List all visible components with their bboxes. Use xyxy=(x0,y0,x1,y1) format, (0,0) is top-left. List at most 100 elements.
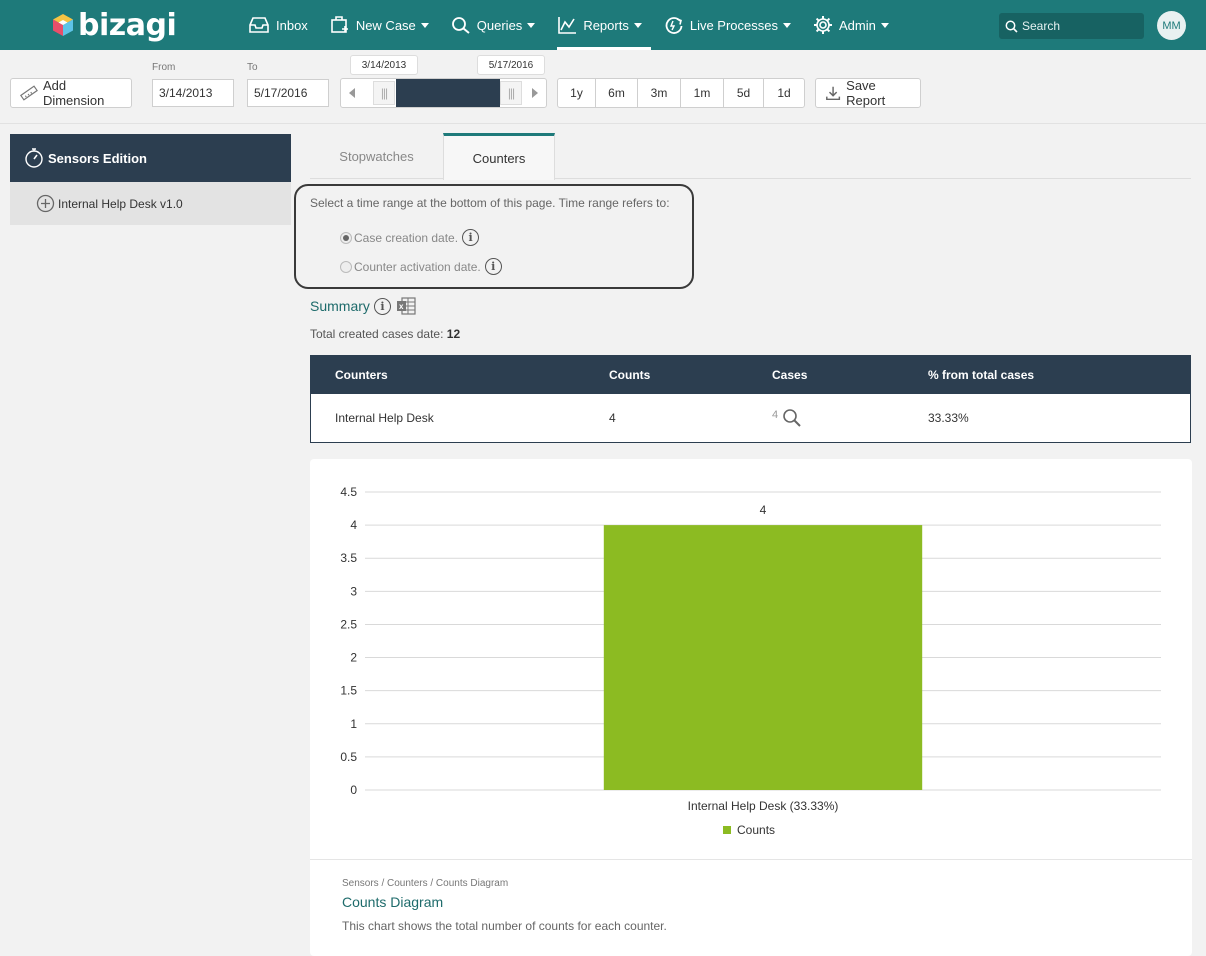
slider-end-tooltip: 5/17/2016 xyxy=(477,55,545,75)
nav-inbox-label: Inbox xyxy=(276,17,308,33)
summary-title: Summary xyxy=(310,298,370,314)
search-box[interactable] xyxy=(999,13,1144,39)
y-tick-label: 2.5 xyxy=(340,617,357,631)
summary-heading: Summary i x xyxy=(310,297,416,315)
slider-start-handle[interactable]: ||| xyxy=(373,81,395,105)
counter-activation-label: Counter activation date. xyxy=(354,259,481,274)
avatar[interactable]: MM xyxy=(1157,11,1186,40)
chart-icon xyxy=(558,17,577,34)
chevron-down-icon xyxy=(527,22,536,28)
main-nav: Inbox New Case Queries Reports Live Proc… xyxy=(248,0,911,50)
range-1y-button[interactable]: 1y xyxy=(558,79,596,107)
add-dimension-button[interactable]: Add Dimension xyxy=(10,78,132,108)
range-1m-button[interactable]: 1m xyxy=(681,79,724,107)
y-tick-label: 0 xyxy=(350,783,357,797)
nav-new-case-label: New Case xyxy=(355,17,416,33)
excel-export-icon[interactable]: x xyxy=(396,297,416,315)
slider-end-handle[interactable]: ||| xyxy=(500,81,522,105)
chart-card: 0 0.5 1 1.5 2 2.5 3 3.5 4 4.5 4 Internal Help Des… xyxy=(310,459,1192,956)
sidebar-header: Sensors Edition xyxy=(10,134,291,182)
info-icon[interactable]: i xyxy=(462,229,480,246)
quick-range-group: 1y 6m 3m 1m 5d 1d xyxy=(557,78,805,108)
search-input[interactable] xyxy=(1022,19,1132,33)
column-header-counts: Counts xyxy=(609,367,651,382)
svg-text:x: x xyxy=(399,302,404,311)
y-tick-label: 3.5 xyxy=(340,551,357,565)
case-creation-radio[interactable] xyxy=(340,231,352,244)
cell-cases[interactable]: 4 xyxy=(772,394,802,442)
search-icon xyxy=(451,17,470,34)
range-6m-button[interactable]: 6m xyxy=(596,79,638,107)
top-bar: bizagi Inbox New Case Queries Reports Li… xyxy=(0,0,1206,50)
chart-description: This chart shows the total number of cou… xyxy=(342,919,667,933)
nav-live-processes[interactable]: Live Processes xyxy=(664,0,800,50)
slider-start-tooltip: 3/14/2013 xyxy=(350,55,418,75)
cell-percent: 33.33% xyxy=(928,411,969,425)
brand-name: bizagi xyxy=(78,7,177,43)
case-creation-option[interactable]: Case creation date. i xyxy=(340,229,480,246)
legend-label: Counts xyxy=(737,823,775,837)
table-row: Internal Help Desk 4 4 33.33% xyxy=(310,394,1191,443)
chevron-down-icon xyxy=(783,22,791,28)
chart-breadcrumb: Sensors / Counters / Counts Diagram xyxy=(342,878,509,889)
x-category-label: Internal Help Desk (33.33%) xyxy=(688,799,839,813)
save-report-label: Save Report xyxy=(846,78,886,108)
stopwatch-icon xyxy=(25,148,43,168)
nav-queries-label: Queries xyxy=(476,17,523,33)
column-header-counters: Counters xyxy=(335,367,388,382)
counter-activation-radio[interactable] xyxy=(340,260,352,273)
cell-counts: 4 xyxy=(609,411,616,425)
y-tick-label: 1 xyxy=(350,717,357,731)
total-cases-label: Total created cases date: xyxy=(310,327,444,341)
nav-queries[interactable]: Queries xyxy=(451,0,545,50)
chevron-down-icon xyxy=(420,22,429,28)
nav-reports-label: Reports xyxy=(583,17,629,33)
arrow-left-icon[interactable] xyxy=(349,88,355,98)
cell-counter: Internal Help Desk xyxy=(335,411,434,425)
y-tick-label: 0.5 xyxy=(340,750,357,764)
bizagi-logo[interactable]: bizagi xyxy=(52,7,177,43)
gear-icon xyxy=(814,16,832,34)
slider-range-fill[interactable] xyxy=(396,79,500,107)
new-case-icon xyxy=(331,16,348,33)
counter-activation-option[interactable]: Counter activation date. i xyxy=(340,258,502,275)
add-dimension-label: Add Dimension xyxy=(42,78,105,108)
sidebar-item-internal-help-desk[interactable]: Internal Help Desk v1.0 xyxy=(10,182,291,225)
case-creation-label: Case creation date. xyxy=(354,230,459,245)
column-header-cases: Cases xyxy=(772,367,808,382)
chart-title: Counts Diagram xyxy=(342,894,444,910)
tab-stopwatches[interactable]: Stopwatches xyxy=(310,133,443,179)
y-tick-label: 4.5 xyxy=(340,485,357,499)
inbox-icon xyxy=(249,17,269,33)
magnifier-icon[interactable] xyxy=(782,408,802,428)
nav-inbox[interactable]: Inbox xyxy=(248,0,317,50)
sidebar-item-label: Internal Help Desk v1.0 xyxy=(58,196,183,211)
arrow-right-icon[interactable] xyxy=(532,88,538,98)
info-icon[interactable]: i xyxy=(484,258,502,275)
save-report-button[interactable]: Save Report xyxy=(815,78,921,108)
date-range-slider[interactable]: ||| ||| xyxy=(340,78,547,108)
range-5d-button[interactable]: 5d xyxy=(724,79,764,107)
ruler-icon xyxy=(20,85,38,101)
tab-counters[interactable]: Counters xyxy=(443,133,555,180)
sidebar-title: Sensors Edition xyxy=(48,150,147,166)
range-3m-button[interactable]: 3m xyxy=(638,79,681,107)
legend-item-counts[interactable]: Counts xyxy=(723,823,775,837)
bar-counts[interactable] xyxy=(603,525,923,790)
nav-reports[interactable]: Reports xyxy=(557,0,651,50)
counts-bar-chart: 0 0.5 1 1.5 2 2.5 3 3.5 4 4.5 4 Internal Help Des… xyxy=(340,485,1161,837)
nav-live-processes-label: Live Processes xyxy=(689,17,778,33)
chevron-down-icon xyxy=(880,22,889,28)
plus-circle-icon[interactable] xyxy=(36,194,55,213)
to-label: To xyxy=(247,62,258,73)
range-1d-button[interactable]: 1d xyxy=(764,79,804,107)
nav-admin[interactable]: Admin xyxy=(813,0,898,50)
counters-table: Counters Counts Cases % from total cases… xyxy=(310,355,1191,443)
info-icon[interactable]: i xyxy=(373,297,391,315)
to-date-input[interactable] xyxy=(247,79,329,107)
from-label: From xyxy=(152,62,176,73)
from-date-input[interactable] xyxy=(152,79,234,107)
y-tick-label: 1.5 xyxy=(340,684,357,698)
nav-new-case[interactable]: New Case xyxy=(330,0,438,50)
report-tabs: Stopwatches Counters xyxy=(310,133,1191,180)
